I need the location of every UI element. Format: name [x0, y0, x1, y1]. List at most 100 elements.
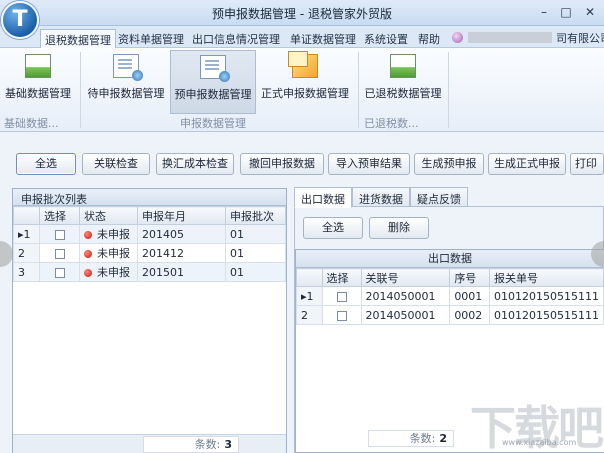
row-header-cell — [296, 268, 323, 287]
tab-export-info[interactable]: 出口信息情况管理 — [188, 29, 284, 48]
select-all-button[interactable]: 全选 — [16, 153, 76, 175]
tab-help[interactable]: 帮助 — [414, 29, 444, 48]
column-select[interactable]: 选择 — [321, 268, 362, 287]
company-name: 司有限公司 — [556, 32, 604, 45]
maximize-button[interactable]: □ — [556, 3, 576, 21]
checkbox[interactable] — [54, 267, 65, 278]
print-button[interactable]: 打印 — [570, 153, 604, 175]
select-checkbox-cell[interactable] — [39, 262, 80, 282]
formal-declare-data-label: 正式申报数据管理 — [261, 87, 349, 100]
detail-tab-bar: 出口数据 进货数据 疑点反馈 — [294, 187, 604, 208]
watermark: 下载吧 www.xiazaiba.com — [470, 392, 604, 453]
app-logo-icon[interactable]: T — [1, 1, 39, 39]
menu-tab-bar: 退税数据管理 资料单据管理 出口信息情况管理 单证数据管理 系统设置 帮助 司有… — [0, 26, 604, 48]
refunded-data-label: 已退税数据管理 — [364, 87, 442, 100]
column-link-number[interactable]: 关联号 — [360, 268, 451, 287]
group-label-basic: 基础数据... — [4, 117, 59, 130]
blurred-user-name — [468, 32, 552, 43]
delete-button[interactable]: 删除 — [369, 217, 429, 239]
generate-formal-declare-button[interactable]: 生成正式申报 — [488, 153, 566, 175]
tab-refund-data[interactable]: 退税数据管理 — [40, 29, 116, 48]
row-header-cell — [13, 206, 40, 225]
tab-export-data[interactable]: 出口数据 — [294, 187, 352, 208]
select-checkbox-cell[interactable] — [39, 224, 80, 244]
column-month[interactable]: 申报年月 — [137, 206, 226, 225]
table-header-row: 选择 状态 申报年月 申报批次 — [13, 206, 286, 225]
month-cell: 201405 — [137, 224, 226, 244]
document-gear-icon — [200, 55, 230, 82]
batch-cell: 01 — [225, 224, 286, 244]
status-dot-icon — [84, 231, 92, 239]
table-row[interactable]: ▸1 2014050001 0001 010120150515111 — [296, 286, 604, 306]
batch-table: 选择 状态 申报年月 申报批次 ▸1 未申报 201405 01 2 未申报 2… — [13, 206, 286, 282]
row-number: ▸1 — [296, 286, 323, 306]
exchange-cost-check-button[interactable]: 换汇成本检查 — [156, 153, 234, 175]
row-number: ▸1 — [13, 224, 40, 244]
status-cell: 未申报 — [79, 224, 138, 244]
export-table: 选择 关联号 序号 报关单号 ▸1 2014050001 0001 010120… — [296, 268, 604, 325]
checkbox[interactable] — [54, 229, 65, 240]
table-row[interactable]: 2 未申报 201412 01 — [13, 243, 286, 263]
generate-pre-declare-button[interactable]: 生成预申报 — [414, 153, 484, 175]
status-dot-icon — [84, 269, 92, 277]
batch-cell: 01 — [225, 262, 286, 282]
group-divider — [80, 52, 81, 128]
stacked-documents-icon — [288, 51, 318, 78]
tab-documents[interactable]: 资料单据管理 — [114, 29, 188, 48]
batch-cell: 01 — [225, 243, 286, 263]
status-cell: 未申报 — [79, 262, 138, 282]
status-cell: 未申报 — [79, 243, 138, 263]
close-button[interactable]: ✕ — [580, 3, 600, 21]
table-header-row: 选择 关联号 序号 报关单号 — [296, 268, 604, 287]
batch-list-footer: 条数: 3 — [13, 434, 286, 453]
link-check-button[interactable]: 关联检查 — [82, 153, 150, 175]
column-batch[interactable]: 申报批次 — [225, 206, 286, 225]
select-checkbox-cell[interactable] — [321, 286, 362, 306]
user-info: 司有限公司 — [452, 31, 604, 45]
import-review-button[interactable]: 导入预审结果 — [328, 153, 410, 175]
batch-list-title: 申报批次列表 — [13, 189, 286, 206]
row-number: 3 — [13, 262, 40, 282]
column-customs-number[interactable]: 报关单号 — [489, 268, 604, 287]
tab-suspicion-feedback[interactable]: 疑点反馈 — [410, 187, 468, 207]
select-all-export-button[interactable]: 全选 — [303, 217, 363, 239]
watermark-url: www.xiazaiba.com — [502, 438, 577, 447]
table-row[interactable]: ▸1 未申报 201405 01 — [13, 224, 286, 244]
export-row-count: 条数: 2 — [368, 430, 454, 447]
column-status[interactable]: 状态 — [79, 206, 138, 225]
table-row[interactable]: 2 2014050001 0002 010120150515111 — [296, 305, 604, 325]
select-checkbox-cell[interactable] — [321, 305, 362, 325]
pending-data-button[interactable]: 待申报数据管理 — [84, 50, 168, 114]
group-divider — [358, 52, 359, 128]
tab-voucher-data[interactable]: 单证数据管理 — [286, 29, 360, 48]
basic-data-button[interactable]: 基础数据管理 — [2, 50, 74, 114]
row-number: 2 — [296, 305, 323, 325]
minimize-button[interactable]: – — [534, 3, 554, 21]
pre-declare-data-button[interactable]: 预申报数据管理 — [170, 50, 256, 114]
action-toolbar: 全选 关联检查 换汇成本检查 撤回申报数据 导入预审结果 生成预申报 生成正式申… — [0, 133, 604, 183]
green-board-icon — [390, 54, 416, 78]
month-cell: 201501 — [137, 262, 226, 282]
basic-data-label: 基础数据管理 — [5, 87, 71, 100]
document-gear-icon — [113, 54, 143, 81]
month-cell: 201412 — [137, 243, 226, 263]
tab-purchase-data[interactable]: 进货数据 — [352, 187, 410, 207]
withdraw-declare-button[interactable]: 撤回申报数据 — [240, 153, 324, 175]
column-sequence[interactable]: 序号 — [449, 268, 491, 287]
row-number: 2 — [13, 243, 40, 263]
refunded-data-button[interactable]: 已退税数据管理 — [362, 50, 444, 114]
pending-data-label: 待申报数据管理 — [87, 87, 165, 100]
select-checkbox-cell[interactable] — [39, 243, 80, 263]
customs-number-cell: 010120150515111 — [489, 305, 604, 325]
checkbox[interactable] — [54, 248, 65, 259]
title-bar: 预申报数据管理 - 退税管家外贸版 – □ ✕ — [0, 0, 604, 26]
checkbox[interactable] — [336, 291, 347, 302]
formal-declare-data-button[interactable]: 正式申报数据管理 — [258, 50, 352, 114]
column-select[interactable]: 选择 — [39, 206, 80, 225]
checkbox[interactable] — [336, 310, 347, 321]
customs-number-cell: 010120150515111 — [489, 286, 604, 306]
table-row[interactable]: 3 未申报 201501 01 — [13, 262, 286, 282]
tab-settings[interactable]: 系统设置 — [360, 29, 412, 48]
user-avatar-icon — [452, 32, 463, 43]
sequence-cell: 0001 — [449, 286, 491, 306]
